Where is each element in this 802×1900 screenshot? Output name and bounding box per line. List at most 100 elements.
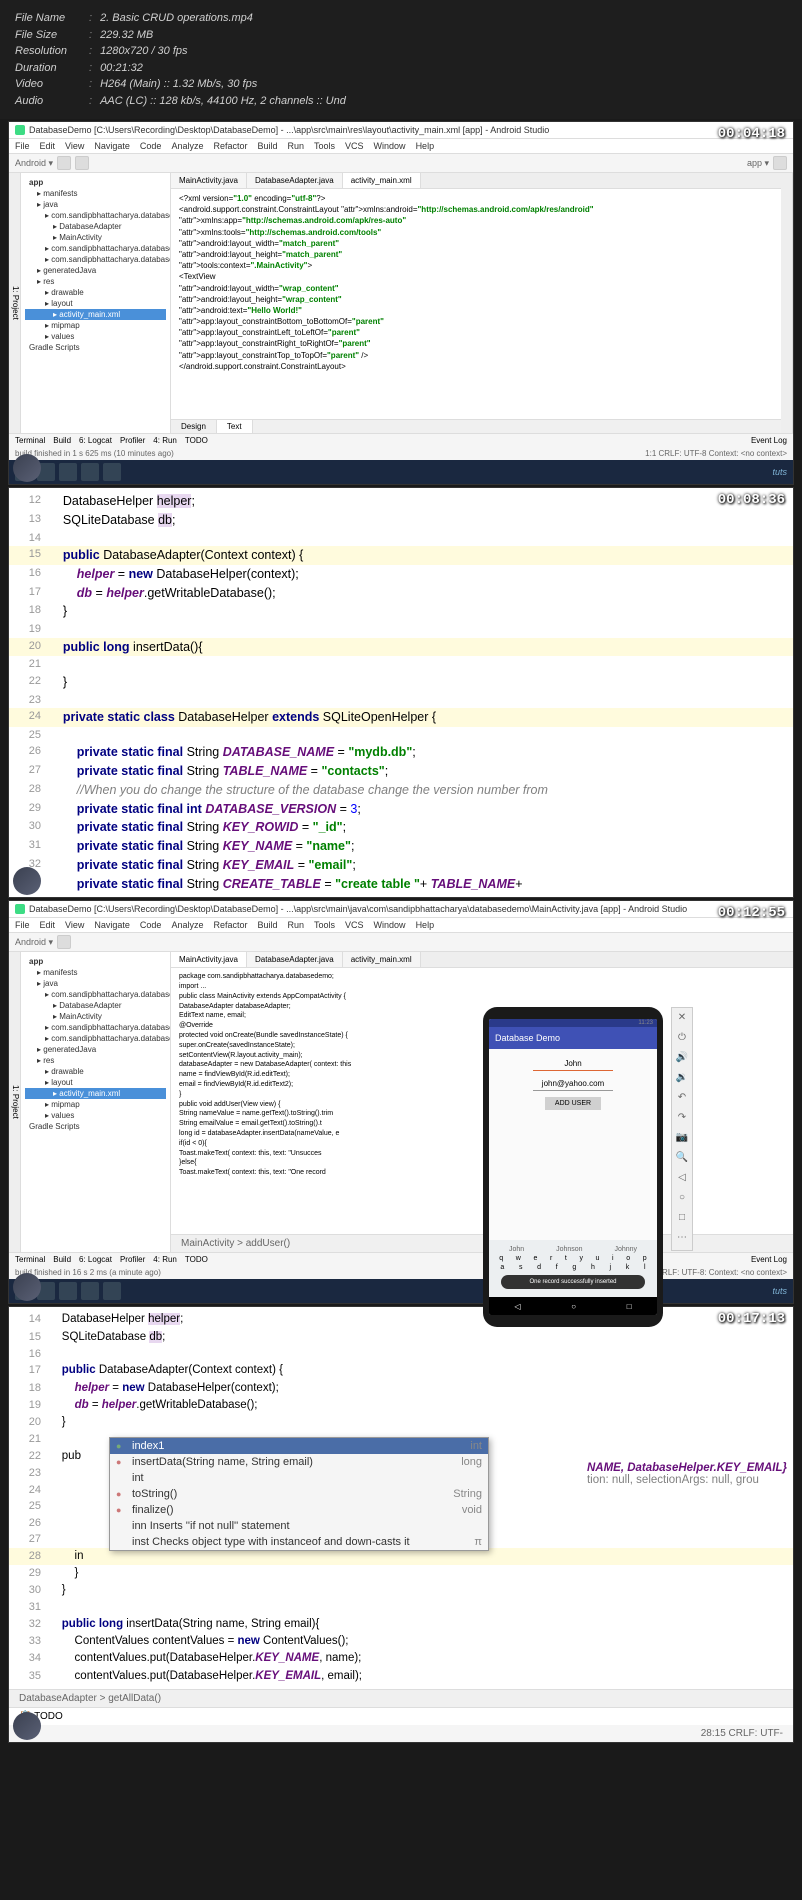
tool-Profiler[interactable]: Profiler <box>120 436 145 445</box>
android-emulator[interactable]: 11:23 Database Demo John john@yahoo.com … <box>483 1007 663 1327</box>
project-tree[interactable]: app▸ manifests▸ java▸ com.sandipbhattach… <box>21 952 171 1252</box>
tool-Build[interactable]: Build <box>53 436 71 445</box>
menu-navigate[interactable]: Navigate <box>94 141 130 151</box>
name-input[interactable]: John <box>533 1057 613 1071</box>
windows-taskbar[interactable]: tuts <box>9 460 793 484</box>
breadcrumb[interactable]: DatabaseAdapter > getAllData() <box>9 1689 793 1707</box>
autocomplete-item[interactable]: ●insertData(String name, String email)lo… <box>110 1454 488 1470</box>
power-icon[interactable]: ⏻ <box>675 1032 689 1046</box>
tree-item[interactable]: ▸ mipmap <box>25 320 166 331</box>
tree-item[interactable]: ▸ MainActivity <box>25 1011 166 1022</box>
tree-item[interactable]: ▸ activity_main.xml <box>25 1088 166 1099</box>
menubar[interactable]: FileEditViewNavigateCodeAnalyzeRefactorB… <box>9 918 793 933</box>
toolbar[interactable]: Android ▾ app ▾ <box>9 154 793 173</box>
tree-item[interactable]: Gradle Scripts <box>25 1121 166 1132</box>
volume-down-icon[interactable]: 🔉 <box>675 1072 689 1086</box>
menu-build[interactable]: Build <box>257 141 277 151</box>
menu-edit[interactable]: Edit <box>40 141 56 151</box>
tree-item[interactable]: ▸ layout <box>25 298 166 309</box>
tool-Logcat[interactable]: 6: Logcat <box>79 436 112 445</box>
right-gutter[interactable] <box>781 173 793 433</box>
tree-item[interactable]: ▸ MainActivity <box>25 232 166 243</box>
back-icon[interactable]: ◁ <box>675 1172 689 1186</box>
tree-item[interactable]: ▸ DatabaseAdapter <box>25 1000 166 1011</box>
nav-bar[interactable]: ◁○□ <box>489 1297 657 1315</box>
tree-item[interactable]: ▸ values <box>25 331 166 342</box>
tree-item[interactable]: ▸ java <box>25 978 166 989</box>
tree-item[interactable]: ▸ manifests <box>25 967 166 978</box>
tree-item[interactable]: ▸ drawable <box>25 287 166 298</box>
tree-item[interactable]: ▸ res <box>25 276 166 287</box>
tree-item[interactable]: ▸ com.sandipbhattacharya.databasedemo (a… <box>25 243 166 254</box>
toolbar-btn[interactable] <box>57 156 71 170</box>
menu-help[interactable]: Help <box>416 141 435 151</box>
autocomplete-popup[interactable]: ●index1int●insertData(String name, Strin… <box>109 1437 489 1551</box>
tree-item[interactable]: ▸ com.sandipbhattacharya.databasedemo <box>25 989 166 1000</box>
camera-icon[interactable]: 📷 <box>675 1132 689 1146</box>
autocomplete-item[interactable]: inn Inserts ''if not null'' statement <box>110 1518 488 1534</box>
design-text-tabs[interactable]: Design Text <box>171 419 781 433</box>
autocomplete-item[interactable]: ●toString()String <box>110 1486 488 1502</box>
menu-view[interactable]: View <box>65 141 84 151</box>
tree-item[interactable]: ▸ com.sandipbhattacharya.databasedemo (a… <box>25 1022 166 1033</box>
add-user-button[interactable]: ADD USER <box>545 1097 601 1110</box>
toolbar[interactable]: Android ▾ <box>9 933 793 952</box>
code-editor[interactable]: 12 DatabaseHelper helper;13 SQLiteDataba… <box>9 488 793 897</box>
menu-tools[interactable]: Tools <box>314 141 335 151</box>
tree-item[interactable]: ▸ layout <box>25 1077 166 1088</box>
close-icon[interactable]: ✕ <box>675 1012 689 1026</box>
bottom-tool-tabs[interactable]: TerminalBuild6: LogcatProfiler4: RunTODO… <box>9 1252 793 1266</box>
editor-tabs[interactable]: MainActivity.javaDatabaseAdapter.javaact… <box>171 952 793 968</box>
autocomplete-item[interactable]: ●index1int <box>110 1438 488 1454</box>
menu-file[interactable]: File <box>15 141 30 151</box>
left-gutter[interactable]: 1: Project <box>9 952 21 1252</box>
tree-item[interactable]: ▸ com.sandipbhattacharya.databasedemo (t… <box>25 254 166 265</box>
rotate-right-icon[interactable]: ↷ <box>675 1112 689 1126</box>
menu-run[interactable]: Run <box>288 141 305 151</box>
todo-tab[interactable]: 📋 TODO <box>9 1707 793 1725</box>
menubar[interactable]: File Edit View Navigate Code Analyze Refactor B… <box>9 139 793 154</box>
tree-item[interactable]: ▸ mipmap <box>25 1099 166 1110</box>
tree-item[interactable]: ▸ values <box>25 1110 166 1121</box>
xml-editor[interactable]: <?xml version="1.0" encoding="utf-8"?><a… <box>171 189 781 419</box>
tab-DatabaseAdapter.java[interactable]: DatabaseAdapter.java <box>247 173 343 188</box>
windows-taskbar[interactable]: tuts <box>9 1279 793 1303</box>
tool-TODO[interactable]: TODO <box>185 436 208 445</box>
left-gutter[interactable]: 1: Project <box>9 173 21 433</box>
menu-refactor[interactable]: Refactor <box>213 141 247 151</box>
tree-item[interactable]: ▸ java <box>25 199 166 210</box>
zoom-icon[interactable]: 🔍 <box>675 1152 689 1166</box>
menu-code[interactable]: Code <box>140 141 162 151</box>
tree-item[interactable]: app <box>25 177 166 188</box>
menu-vcs[interactable]: VCS <box>345 141 364 151</box>
tree-item[interactable]: ▸ res <box>25 1055 166 1066</box>
tool-Run[interactable]: 4: Run <box>153 436 177 445</box>
tree-item[interactable]: ▸ generatedJava <box>25 1044 166 1055</box>
tab-DatabaseAdapter.java[interactable]: DatabaseAdapter.java <box>247 952 343 967</box>
menu-window[interactable]: Window <box>374 141 406 151</box>
java-editor[interactable]: package com.sandipbhattacharya.databased… <box>171 968 793 1234</box>
volume-up-icon[interactable]: 🔊 <box>675 1052 689 1066</box>
tree-item[interactable]: ▸ com.sandipbhattacharya.databasedemo <box>25 210 166 221</box>
tree-item[interactable]: ▸ activity_main.xml <box>25 309 166 320</box>
tree-item[interactable]: ▸ manifests <box>25 188 166 199</box>
autocomplete-item[interactable]: int <box>110 1470 488 1486</box>
editor-tabs[interactable]: MainActivity.javaDatabaseAdapter.javaact… <box>171 173 781 189</box>
emulator-controls[interactable]: ✕ ⏻ 🔊 🔉 ↶ ↷ 📷 🔍 ◁ ○ □ ⋯ <box>671 1007 693 1251</box>
rotate-left-icon[interactable]: ↶ <box>675 1092 689 1106</box>
tree-item[interactable]: Gradle Scripts <box>25 342 166 353</box>
soft-keyboard[interactable]: JohnJohnsonJohnny qwertyuiop asdfghjkl O… <box>489 1240 657 1297</box>
tool-Terminal[interactable]: Terminal <box>15 436 45 445</box>
tab-MainActivity.java[interactable]: MainActivity.java <box>171 173 247 188</box>
tab-activity_main.xml[interactable]: activity_main.xml <box>343 952 421 967</box>
menu-analyze[interactable]: Analyze <box>171 141 203 151</box>
tree-item[interactable]: ▸ DatabaseAdapter <box>25 221 166 232</box>
home-icon[interactable]: ○ <box>675 1192 689 1206</box>
autocomplete-item[interactable]: ●finalize()void <box>110 1502 488 1518</box>
tab-MainActivity.java[interactable]: MainActivity.java <box>171 952 247 967</box>
tree-item[interactable]: app <box>25 956 166 967</box>
tree-item[interactable]: ▸ drawable <box>25 1066 166 1077</box>
tree-item[interactable]: ▸ com.sandipbhattacharya.databasedemo (t… <box>25 1033 166 1044</box>
tab-activity_main.xml[interactable]: activity_main.xml <box>343 173 421 188</box>
email-input[interactable]: john@yahoo.com <box>533 1077 613 1091</box>
